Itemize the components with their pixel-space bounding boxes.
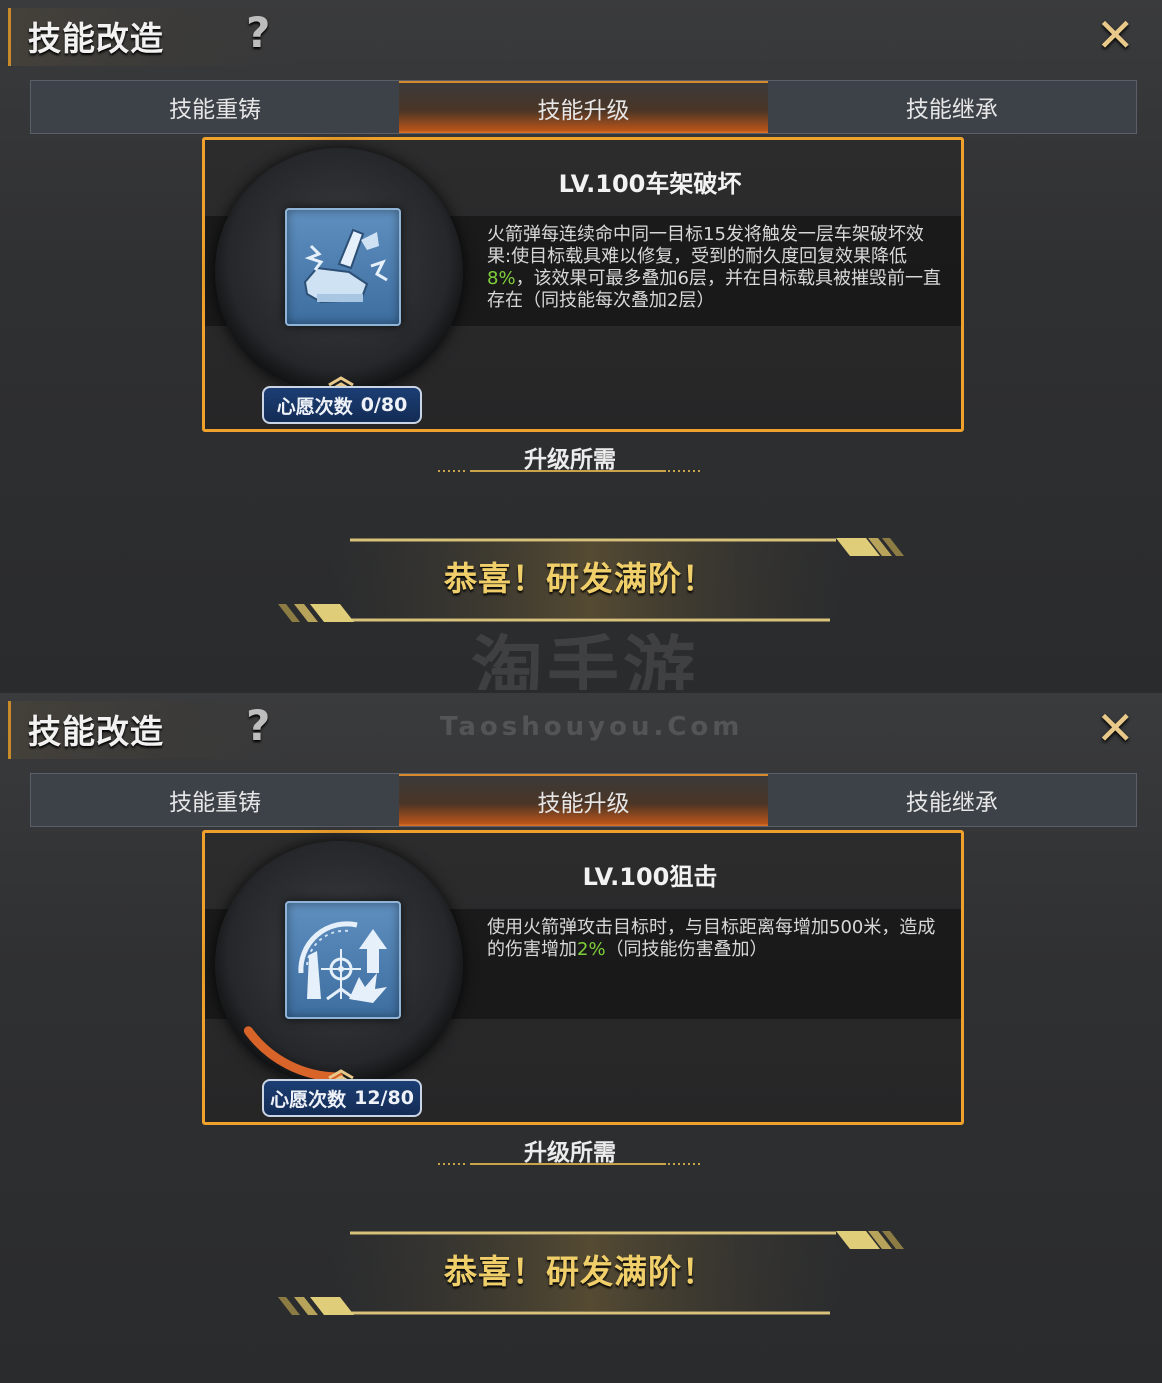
watermark: 淘手游 [440, 630, 730, 690]
tab-skill-upgrade[interactable]: 技能升级 [399, 774, 768, 826]
desc-text-after: （同技能伤害叠加） [605, 939, 768, 960]
frame-destruction-icon[interactable] [285, 208, 401, 326]
sniper-icon[interactable] [285, 901, 401, 1019]
tab-skill-recast[interactable]: 技能重铸 [31, 774, 399, 826]
tab-bar: 技能重铸 技能升级 技能继承 [30, 773, 1137, 827]
help-icon[interactable]: ? [246, 12, 270, 54]
help-icon[interactable]: ? [246, 705, 270, 747]
skill-description: 火箭弹每连续命中同一目标15发将触发一层车架破坏效果:使目标载具难以修复，受到的… [487, 224, 947, 312]
desc-highlight: 2% [577, 939, 606, 960]
panel-title: 技能改造 [28, 712, 164, 751]
tab-skill-inherit[interactable]: 技能继承 [768, 81, 1136, 133]
skill-modify-panel: 技能改造 ? ✕ 技能重铸 技能升级 技能继承 心愿次数 12/80 LV.10… [0, 693, 1162, 1383]
skill-name: LV.100狙击 [582, 863, 718, 891]
tab-skill-recast[interactable]: 技能重铸 [31, 81, 399, 133]
congrats-text: 恭喜！研发满阶！ [444, 559, 716, 598]
congrats-text: 恭喜！研发满阶！ [444, 1252, 716, 1291]
skill-name: LV.100车架破坏 [558, 170, 742, 198]
wish-label: 心愿次数 [270, 1088, 347, 1111]
skill-description: 使用火箭弹攻击目标时，与目标距离每增加500米，造成的伤害增加2%（同技能伤害叠… [487, 917, 947, 961]
desc-text: 火箭弹每连续命中同一目标15发将触发一层车架破坏效果:使目标载具难以修复，受到的… [487, 224, 924, 267]
panel-title: 技能改造 [28, 19, 164, 58]
skill-card: 心愿次数 12/80 LV.100狙击 使用火箭弹攻击目标时，与目标距离每增加5… [202, 830, 964, 1125]
wish-count: 0/80 [360, 394, 408, 416]
requirement-divider [438, 1163, 700, 1165]
wish-count-badge: 心愿次数 0/80 [262, 386, 422, 424]
skill-modify-panel: 技能改造 ? ✕ 技能重铸 技能升级 技能继承 心愿次数 0/80 LV.100… [0, 0, 1162, 690]
desc-highlight: 8% [487, 268, 516, 289]
desc-text-after: ，该效果可最多叠加6层，并在目标载具被摧毁前一直存在（同技能每次叠加2层） [487, 268, 942, 311]
tab-skill-upgrade[interactable]: 技能升级 [399, 81, 768, 133]
watermark-cn: 淘手游 [470, 628, 699, 690]
skill-card: 心愿次数 0/80 LV.100车架破坏 火箭弹每连续命中同一目标15发将触发一… [202, 137, 964, 432]
wish-count-badge: 心愿次数 12/80 [262, 1079, 422, 1117]
close-icon[interactable]: ✕ [1096, 705, 1135, 751]
close-icon[interactable]: ✕ [1096, 12, 1135, 58]
wish-label: 心愿次数 [276, 395, 353, 418]
wish-count: 12/80 [354, 1087, 414, 1109]
tab-bar: 技能重铸 技能升级 技能继承 [30, 80, 1137, 134]
tab-skill-inherit[interactable]: 技能继承 [768, 774, 1136, 826]
requirement-divider [438, 470, 700, 472]
